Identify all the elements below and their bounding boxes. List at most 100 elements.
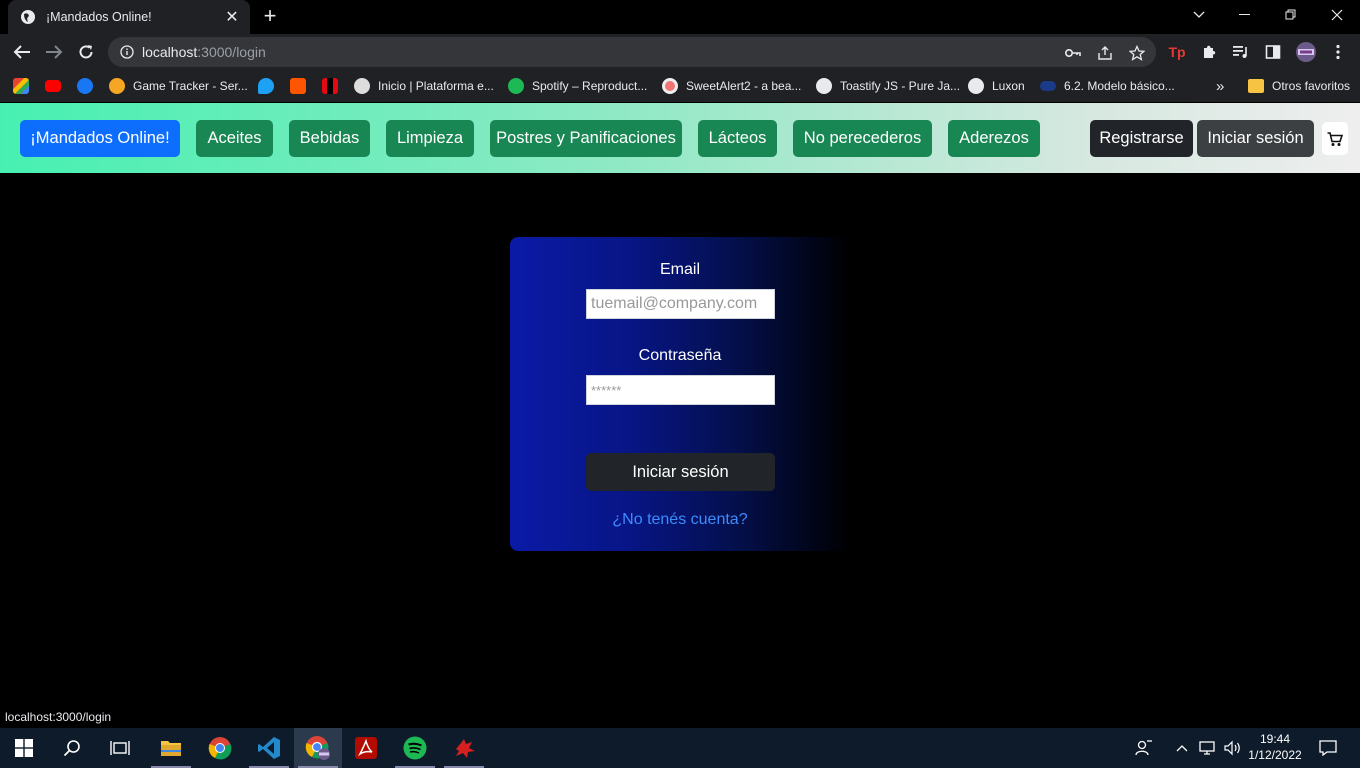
register-button[interactable]: Registrarse <box>1090 120 1193 157</box>
gametracker-icon <box>109 78 125 94</box>
browser-toolbar: localhost:3000/login Tp <box>0 34 1360 70</box>
app-navbar: ¡Mandados Online! Aceites Bebidas Limpie… <box>0 103 1360 173</box>
other-bookmarks-folder[interactable]: Otros favoritos <box>1248 76 1350 96</box>
new-tab-button[interactable]: + <box>258 5 282 28</box>
browser-tab-strip: ¡Mandados Online! ✕ + <box>0 0 1360 34</box>
folder-icon <box>1248 79 1264 93</box>
windows-logo-icon <box>15 739 33 757</box>
menu-kebab-icon[interactable] <box>1328 43 1348 61</box>
taskbar-chrome-profile[interactable] <box>294 728 342 768</box>
nav-category-limpieza[interactable]: Limpieza <box>386 120 474 157</box>
taskbar-spotify[interactable] <box>391 728 439 768</box>
bookmark-luxon[interactable]: Luxon <box>968 76 1025 96</box>
register-link[interactable]: ¿No tenés cuenta? <box>510 511 850 529</box>
search-icon <box>63 740 80 757</box>
globe-icon <box>816 78 832 94</box>
bookmark-gametracker[interactable]: Game Tracker - Ser... <box>109 76 248 96</box>
puzzle-extensions-icon[interactable] <box>1199 43 1219 61</box>
folder-icon <box>161 741 181 756</box>
start-button[interactable] <box>0 728 48 768</box>
sweetalert-icon <box>662 78 678 94</box>
taskbar-file-explorer[interactable] <box>147 728 195 768</box>
password-label: Contraseña <box>638 347 722 364</box>
bookmarks-overflow-button[interactable]: » <box>1216 76 1224 96</box>
notifications-icon[interactable] <box>1306 728 1350 768</box>
nav-category-postres[interactable]: Postres y Panificaciones <box>490 120 682 157</box>
globe-icon <box>21 10 35 24</box>
star-icon[interactable] <box>1128 44 1146 62</box>
acrobat-icon <box>355 737 377 759</box>
bookmark-gmail[interactable] <box>13 76 37 96</box>
bookmark-plataforma[interactable]: Inicio | Plataforma e... <box>354 76 494 96</box>
profile-avatar[interactable] <box>1294 42 1318 62</box>
tab-search-icon[interactable] <box>1176 0 1222 30</box>
password-input[interactable]: ****** <box>586 375 775 405</box>
vscode-icon <box>258 737 280 759</box>
volume-icon[interactable] <box>1220 728 1244 768</box>
nav-category-bebidas[interactable]: Bebidas <box>289 120 370 157</box>
search-button[interactable] <box>48 728 96 768</box>
taskbar-app[interactable] <box>440 728 488 768</box>
plataforma-icon <box>354 78 370 94</box>
globe-icon <box>968 78 984 94</box>
share-icon[interactable] <box>1096 44 1114 62</box>
restore-icon[interactable] <box>1268 0 1314 30</box>
taskbar-acrobat[interactable] <box>342 728 390 768</box>
side-panel-icon[interactable] <box>1263 43 1283 61</box>
taskbar-vscode[interactable] <box>245 728 293 768</box>
bookmark-spotify[interactable]: Spotify – Reproduct... <box>508 76 647 96</box>
address-bar[interactable]: localhost:3000/login <box>108 37 1156 67</box>
back-arrow-icon[interactable] <box>9 40 35 64</box>
bookmark-netflix[interactable] <box>322 76 346 96</box>
key-icon[interactable] <box>1064 44 1082 62</box>
minimize-icon[interactable] <box>1222 0 1268 30</box>
people-icon[interactable] <box>1124 728 1164 768</box>
bookmark-youtube[interactable] <box>45 76 69 96</box>
gmail-icon <box>13 78 29 94</box>
cart-button[interactable] <box>1322 122 1348 155</box>
nav-login-button[interactable]: Iniciar sesión <box>1197 120 1314 157</box>
chrome-profile-icon <box>305 736 330 760</box>
browser-tab[interactable]: ¡Mandados Online! ✕ <box>8 0 250 34</box>
task-view-button[interactable] <box>96 728 144 768</box>
bookmark-sweetalert[interactable]: SweetAlert2 - a bea... <box>662 76 801 96</box>
bookmark-modelo[interactable]: 6.2. Modelo básico... <box>1040 76 1175 96</box>
spotify-icon <box>403 736 427 760</box>
forward-arrow-icon[interactable] <box>41 40 67 64</box>
chrome-icon <box>208 737 232 760</box>
media-queue-icon[interactable] <box>1231 43 1251 61</box>
taskbar-clock[interactable]: 19:44 1/12/2022 <box>1248 731 1302 763</box>
login-submit-button[interactable]: Iniciar sesión <box>586 453 775 491</box>
task-view-icon <box>110 741 130 755</box>
email-input[interactable]: tuemail@company.com <box>586 289 775 319</box>
nav-category-lacteos[interactable]: Lácteos <box>698 120 777 157</box>
brand-button[interactable]: ¡Mandados Online! <box>20 120 180 157</box>
network-icon[interactable] <box>1196 728 1220 768</box>
bookmark-facebook[interactable] <box>77 76 101 96</box>
nav-category-aderezos[interactable]: Aderezos <box>948 120 1040 157</box>
spotify-icon <box>508 78 524 94</box>
info-icon[interactable] <box>120 45 134 59</box>
reload-icon[interactable] <box>73 40 99 64</box>
tp-extension-icon[interactable]: Tp <box>1167 43 1187 61</box>
close-tab-icon[interactable]: ✕ <box>224 7 240 27</box>
facebook-icon <box>77 78 93 94</box>
bookmark-soundcloud[interactable] <box>290 76 314 96</box>
bookmark-twitter[interactable] <box>258 76 282 96</box>
bookmarks-bar: Game Tracker - Ser... Inicio | Plataform… <box>0 70 1360 102</box>
modelo-icon <box>1040 81 1056 91</box>
tray-chevron-up-icon[interactable] <box>1170 728 1194 768</box>
url-text: localhost:3000/login <box>142 44 266 60</box>
status-bar-url: localhost:3000/login <box>0 708 117 728</box>
clock-time: 19:44 <box>1259 732 1291 746</box>
nav-category-aceites[interactable]: Aceites <box>196 120 273 157</box>
login-card: Email tuemail@company.com Contraseña ***… <box>510 237 850 551</box>
windows-taskbar: 19:44 1/12/2022 <box>0 728 1360 768</box>
youtube-icon <box>45 80 61 92</box>
close-window-icon[interactable] <box>1314 0 1360 30</box>
cart-icon <box>1327 131 1343 146</box>
bookmark-toastify[interactable]: Toastify JS - Pure Ja... <box>816 76 960 96</box>
nav-category-no-perecederos[interactable]: No perecederos <box>793 120 932 157</box>
taskbar-chrome[interactable] <box>196 728 244 768</box>
netflix-icon <box>322 78 338 94</box>
